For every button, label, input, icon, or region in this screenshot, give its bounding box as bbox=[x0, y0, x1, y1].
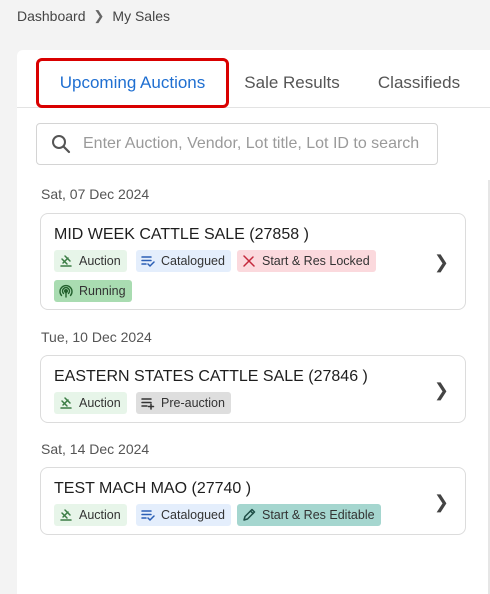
auction-title: EASTERN STATES CATTLE SALE (27846 ) bbox=[54, 368, 368, 385]
gavel-icon bbox=[59, 396, 73, 410]
chevron-right-icon: ❯ bbox=[433, 252, 449, 272]
tab-classifieds[interactable]: Classifieds bbox=[363, 58, 475, 108]
tab-upcoming-auctions-label: Upcoming Auctions bbox=[59, 73, 206, 92]
checklist-icon bbox=[141, 508, 155, 522]
search-icon bbox=[52, 135, 71, 154]
gavel-icon bbox=[59, 508, 73, 522]
chevron-right-icon: ❯ bbox=[433, 380, 449, 400]
auction-title: MID WEEK CATTLE SALE (27858 ) bbox=[54, 226, 309, 243]
tab-sale-results[interactable]: Sale Results bbox=[231, 58, 353, 108]
broadcast-icon bbox=[59, 284, 73, 298]
badge-label: Catalogued bbox=[161, 254, 225, 268]
start-res-locked-badge: Start & Res Locked bbox=[237, 250, 376, 272]
auction-card[interactable]: EASTERN STATES CATTLE SALE (27846 ) ❯ Au… bbox=[40, 355, 466, 423]
catalogued-badge: Catalogued bbox=[136, 250, 231, 272]
auction-badge: Auction bbox=[54, 504, 127, 526]
chevron-right-icon: ❯ bbox=[433, 492, 449, 512]
breadcrumb-dashboard-link[interactable]: Dashboard bbox=[17, 8, 86, 24]
search-box bbox=[36, 123, 438, 165]
tab-sale-results-label: Sale Results bbox=[244, 73, 340, 92]
pre-auction-badge: Pre-auction bbox=[136, 392, 231, 414]
sales-panel: Upcoming Auctions Sale Results Classifie… bbox=[17, 50, 490, 594]
badge-label: Auction bbox=[79, 254, 121, 268]
tab-bar: Upcoming Auctions Sale Results Classifie… bbox=[17, 50, 490, 108]
edit-off-icon bbox=[242, 254, 256, 268]
badge-label: Catalogued bbox=[161, 508, 225, 522]
auction-card[interactable]: MID WEEK CATTLE SALE (27858 ) ❯ Auction … bbox=[40, 213, 466, 310]
auction-badge: Auction bbox=[54, 250, 127, 272]
catalogued-badge: Catalogued bbox=[136, 504, 231, 526]
badge-label: Pre-auction bbox=[161, 396, 225, 410]
badge-label: Auction bbox=[79, 508, 121, 522]
badge-label: Running bbox=[79, 284, 126, 298]
tab-upcoming-auctions[interactable]: Upcoming Auctions bbox=[36, 58, 229, 108]
tab-classifieds-label: Classifieds bbox=[377, 73, 461, 92]
badge-label: Start & Res Locked bbox=[262, 254, 370, 268]
date-heading: Sat, 07 Dec 2024 bbox=[41, 186, 150, 202]
playlist-add-icon bbox=[141, 396, 155, 410]
auction-badge: Auction bbox=[54, 392, 127, 414]
auction-title: TEST MACH MAO (27740 ) bbox=[54, 480, 252, 497]
search-input[interactable] bbox=[83, 135, 433, 153]
start-res-editable-badge: Start & Res Editable bbox=[237, 504, 381, 526]
breadcrumb: Dashboard ❯ My Sales bbox=[17, 8, 170, 24]
pencil-icon bbox=[242, 508, 256, 522]
breadcrumb-current: My Sales bbox=[112, 8, 170, 24]
badge-label: Auction bbox=[79, 396, 121, 410]
checklist-icon bbox=[141, 254, 155, 268]
auction-card[interactable]: TEST MACH MAO (27740 ) ❯ Auction Catalog… bbox=[40, 467, 466, 535]
running-badge: Running bbox=[54, 280, 132, 302]
breadcrumb-separator-icon: ❯ bbox=[93, 8, 105, 23]
gavel-icon bbox=[59, 254, 73, 268]
date-heading: Tue, 10 Dec 2024 bbox=[41, 329, 152, 345]
date-heading: Sat, 14 Dec 2024 bbox=[41, 441, 150, 457]
badge-label: Start & Res Editable bbox=[262, 508, 375, 522]
